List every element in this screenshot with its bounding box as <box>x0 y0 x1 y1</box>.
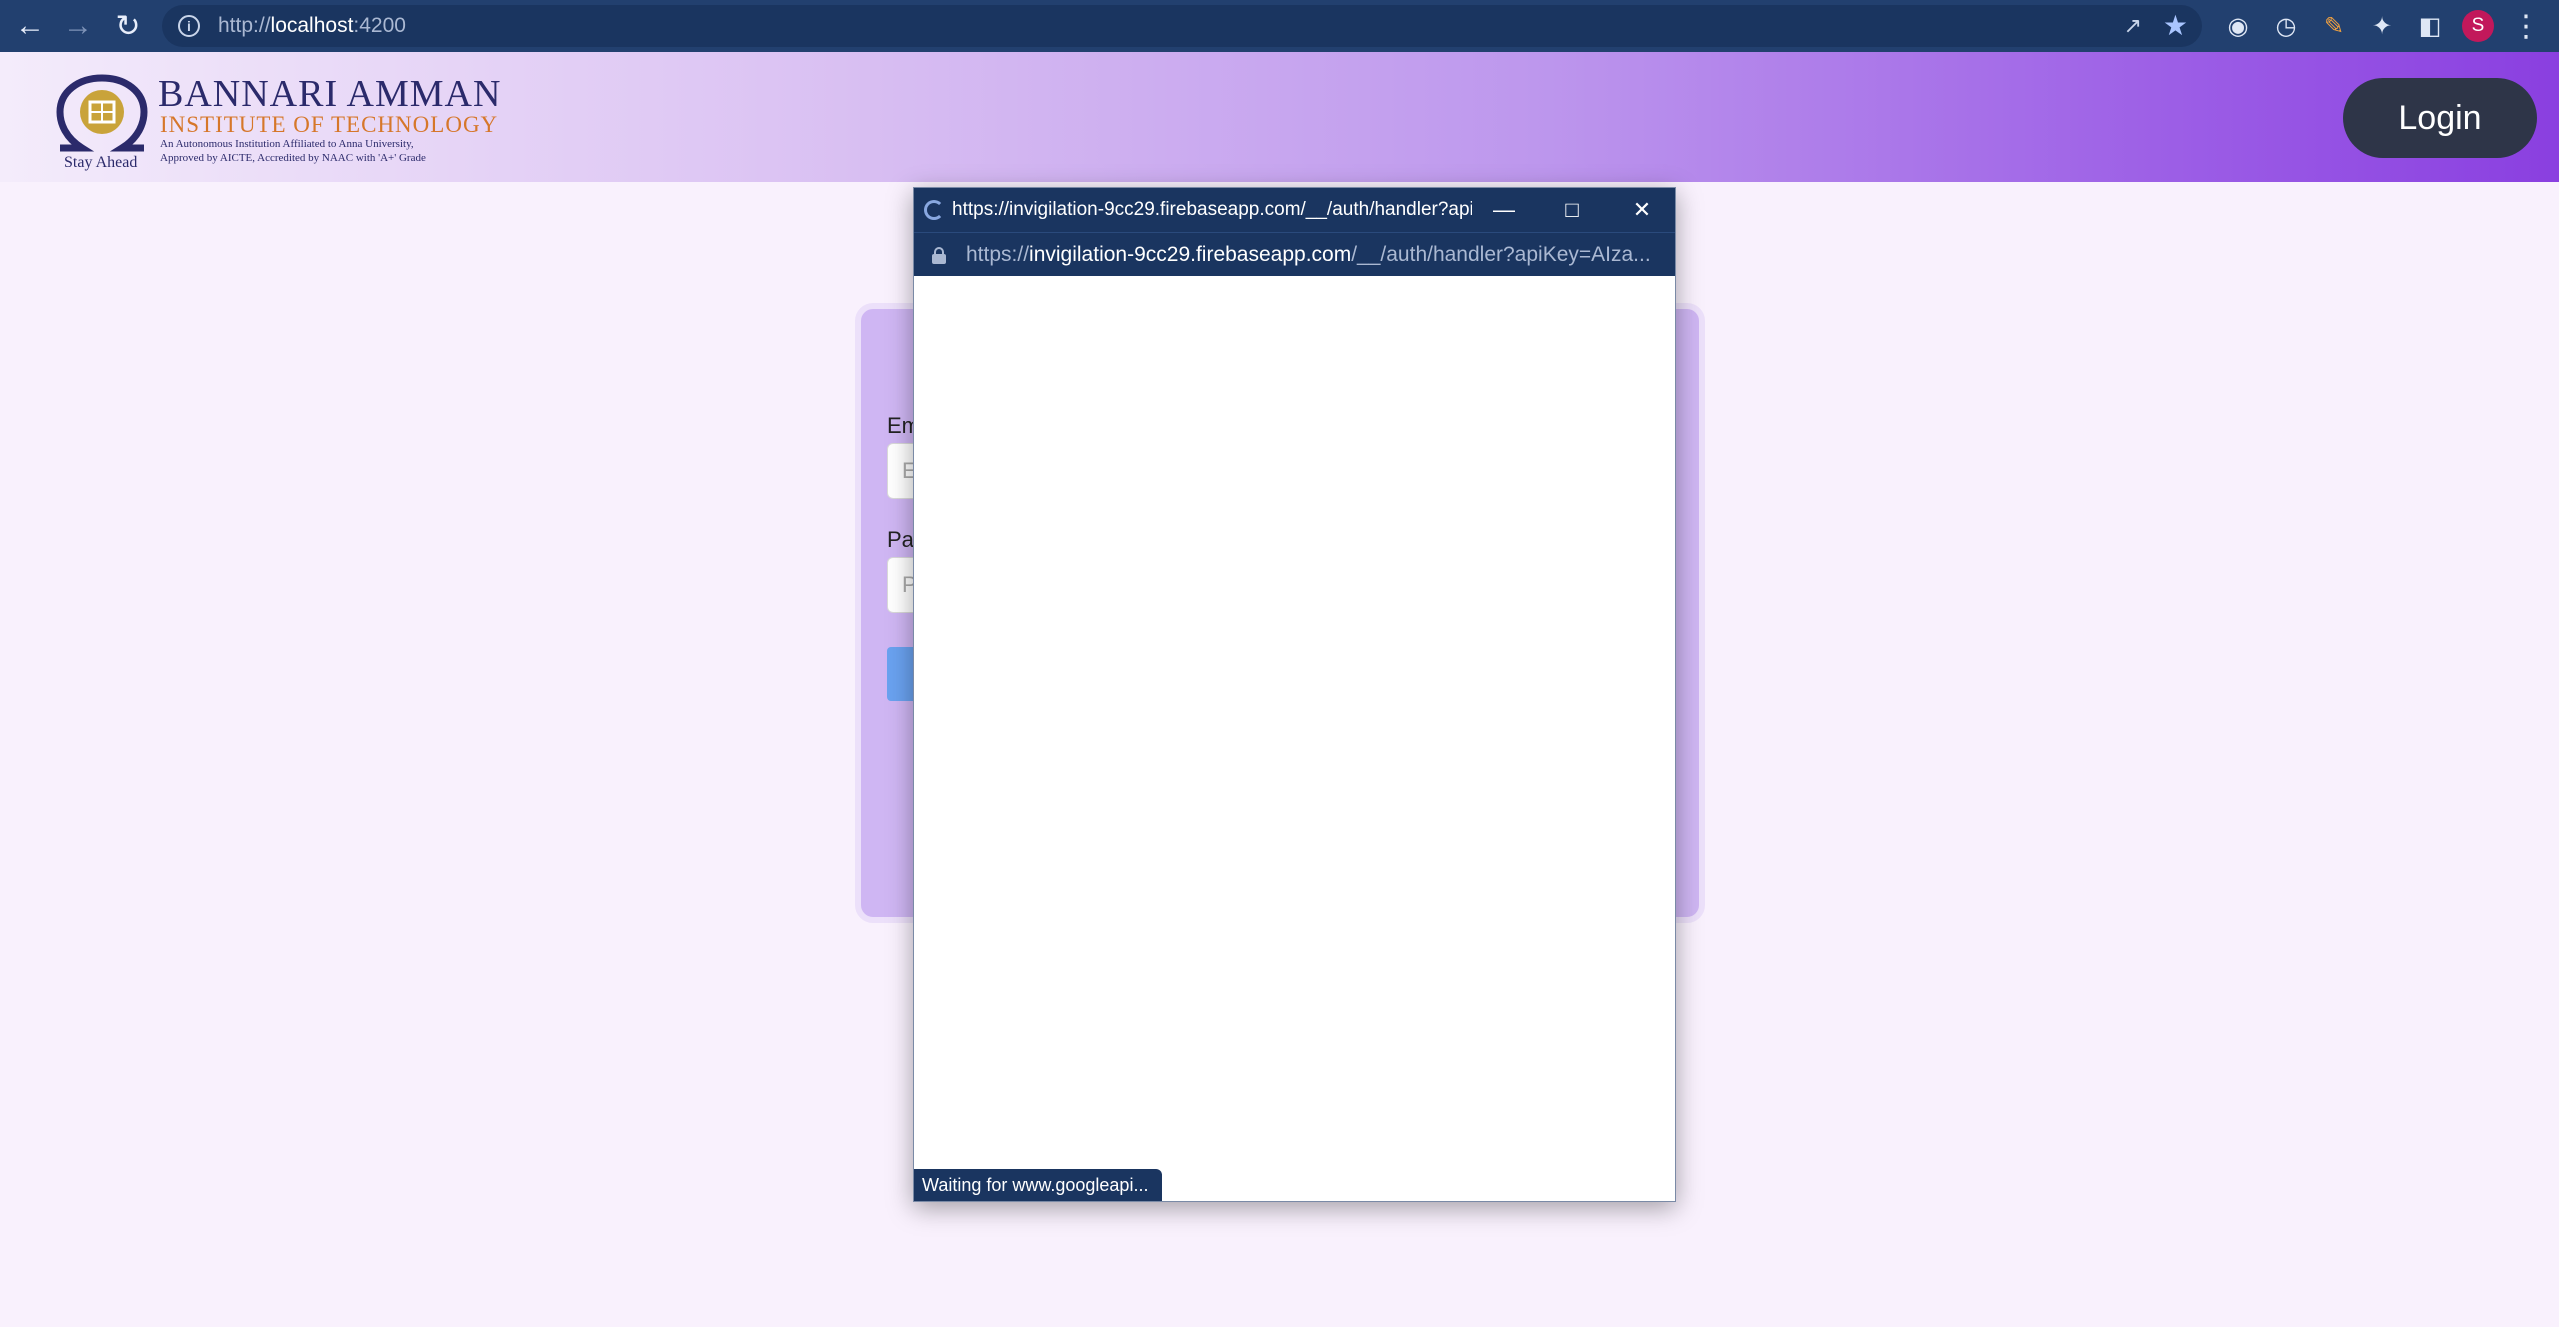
minimize-icon: — <box>1493 197 1515 222</box>
status-bubble: Waiting for www.googleapi... <box>914 1169 1163 1201</box>
site-header: Stay Ahead BANNARI AMMAN INSTITUTE OF TE… <box>0 52 2559 182</box>
auth-popup-window: https://invigilation-9cc29.firebaseapp.c… <box>913 187 1676 1202</box>
lock-icon <box>932 247 946 264</box>
popup-titlebar[interactable]: https://invigilation-9cc29.firebaseapp.c… <box>914 188 1675 232</box>
share-icon[interactable]: ↗ <box>2124 13 2142 39</box>
logo-subtitle: INSTITUTE OF TECHNOLOGY <box>160 112 499 137</box>
popup-url: https://invigilation-9cc29.firebaseapp.c… <box>966 243 1651 266</box>
reload-icon: ↻ <box>115 9 141 43</box>
popup-url-bar: https://invigilation-9cc29.firebaseapp.c… <box>914 232 1675 276</box>
extension-clock-icon[interactable]: ◷ <box>2270 10 2302 42</box>
popup-title: https://invigilation-9cc29.firebaseapp.c… <box>952 199 1472 220</box>
menu-kebab-icon[interactable]: ⋮ <box>2511 8 2541 44</box>
close-icon: ✕ <box>1632 197 1652 222</box>
bookmark-star-icon[interactable]: ★ <box>2163 9 2188 42</box>
institute-logo[interactable]: Stay Ahead BANNARI AMMAN INSTITUTE OF TE… <box>46 72 506 172</box>
header-login-button[interactable]: Login <box>2343 78 2537 158</box>
reload-button[interactable]: ↻ <box>104 0 152 52</box>
side-panel-icon[interactable]: ◧ <box>2414 10 2446 42</box>
minimize-button[interactable]: — <box>1474 188 1534 232</box>
maximize-button[interactable]: □ <box>1542 188 1602 232</box>
extensions-puzzle-icon[interactable]: ✦ <box>2366 10 2398 42</box>
extension-pen-icon[interactable]: ✎ <box>2318 10 2350 42</box>
logo-affiliation: An Autonomous Institution Affiliated to … <box>160 138 414 150</box>
browser-toolbar: ← → ↻ i http://localhost:4200 ↗ ★ ◉ ◷ ✎ … <box>0 0 2559 52</box>
address-bar[interactable]: i http://localhost:4200 ↗ ★ <box>162 5 2202 47</box>
arrow-right-icon: → <box>63 9 93 42</box>
logo-accreditation: Approved by AICTE, Accredited by NAAC wi… <box>160 152 426 164</box>
back-button[interactable]: ← <box>6 0 54 52</box>
profile-avatar[interactable]: S <box>2462 10 2494 42</box>
site-info-icon[interactable]: i <box>178 15 200 37</box>
forward-button[interactable]: → <box>54 0 102 52</box>
logo-name: BANNARI AMMAN <box>158 73 502 115</box>
extension-owl-icon[interactable]: ◉ <box>2222 10 2254 42</box>
arrow-left-icon: ← <box>15 9 45 42</box>
loading-spinner-icon <box>924 200 944 220</box>
logo-tagline: Stay Ahead <box>64 154 138 171</box>
maximize-icon: □ <box>1565 197 1579 222</box>
omega-emblem-icon <box>56 74 148 152</box>
close-button[interactable]: ✕ <box>1612 188 1672 232</box>
address-url[interactable]: http://localhost:4200 <box>218 14 406 38</box>
